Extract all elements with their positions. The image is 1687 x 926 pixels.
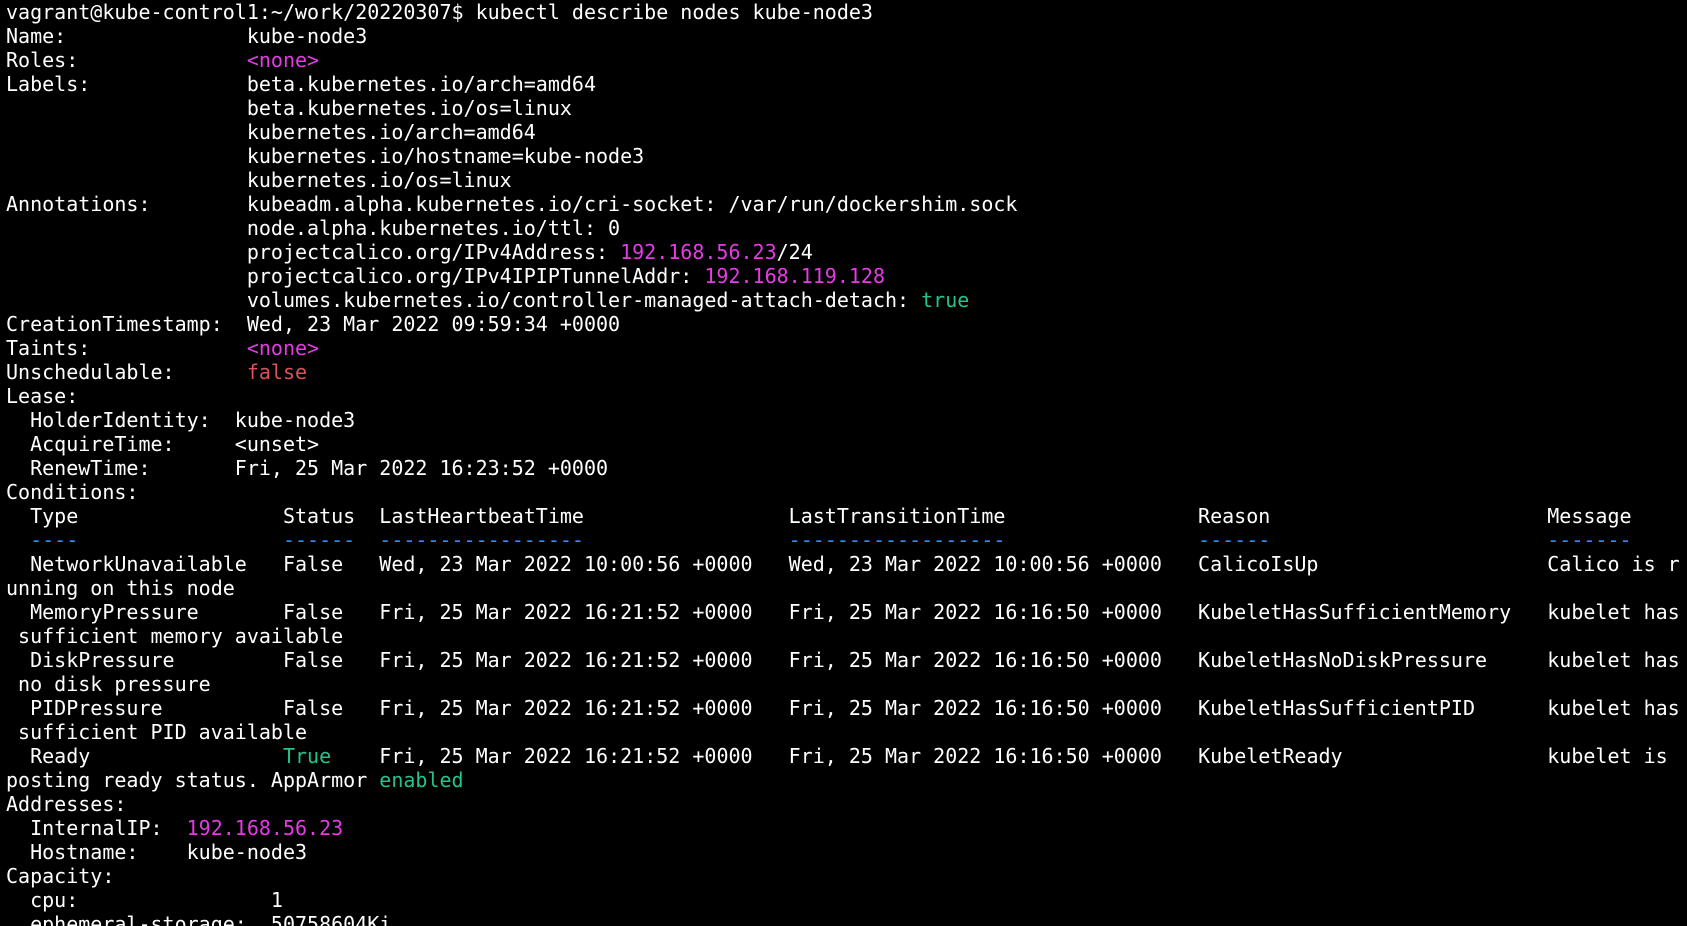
terminal-text: RenewTime: Fri, 25 Mar 2022 16:23:52 +00… — [6, 456, 609, 480]
terminal-text: 192.168.56.23 — [620, 240, 777, 264]
terminal-text: vagrant@kube-control1:~/work/20220307$ k… — [6, 0, 873, 24]
terminal-window[interactable]: vagrant@kube-control1:~/work/20220307$ k… — [0, 0, 1687, 926]
terminal-text: kubernetes.io/arch=amd64 — [6, 120, 536, 144]
terminal-line: CreationTimestamp: Wed, 23 Mar 2022 09:5… — [6, 312, 1681, 336]
terminal-text: kubernetes.io/hostname=kube-node3 — [6, 144, 645, 168]
terminal-line: Name: kube-node3 — [6, 24, 1681, 48]
terminal-text: AcquireTime: <unset> — [6, 432, 320, 456]
terminal-line: Capacity: — [6, 864, 1681, 888]
terminal-text: sufficient memory available — [6, 624, 344, 648]
terminal-text: Taints: — [6, 336, 247, 360]
terminal-line: kubernetes.io/os=linux — [6, 168, 1681, 192]
terminal-text: false — [246, 360, 308, 384]
terminal-line: kubernetes.io/arch=amd64 — [6, 120, 1681, 144]
terminal-text: Fri, 25 Mar 2022 16:21:52 +0000 Fri, 25 … — [331, 744, 1668, 768]
terminal-text: Conditions: — [6, 480, 139, 504]
terminal-line: kubernetes.io/hostname=kube-node3 — [6, 144, 1681, 168]
terminal-line: Annotations: kubeadm.alpha.kubernetes.io… — [6, 192, 1681, 216]
terminal-text: PIDPressure False Fri, 25 Mar 2022 16:21… — [6, 696, 1680, 720]
terminal-text: Ready — [6, 744, 283, 768]
terminal-text: Capacity: — [6, 864, 115, 888]
terminal-text: kubernetes.io/os=linux — [6, 168, 512, 192]
terminal-text: <none> — [246, 48, 320, 72]
terminal-text: Type Status LastHeartbeatTime LastTransi… — [6, 504, 1632, 528]
terminal-line: cpu: 1 — [6, 888, 1681, 912]
terminal-text: Annotations: kubeadm.alpha.kubernetes.io… — [6, 192, 1018, 216]
terminal-text: projectcalico.org/IPv4IPIPTunnelAddr: — [6, 264, 705, 288]
terminal-line: node.alpha.kubernetes.io/ttl: 0 — [6, 216, 1681, 240]
terminal-text: projectcalico.org/IPv4Address: — [6, 240, 621, 264]
terminal-line: Lease: — [6, 384, 1681, 408]
terminal-line: NetworkUnavailable False Wed, 23 Mar 202… — [6, 552, 1681, 576]
terminal-line: beta.kubernetes.io/os=linux — [6, 96, 1681, 120]
terminal-line: posting ready status. AppArmor enabled — [6, 768, 1681, 792]
terminal-line: HolderIdentity: kube-node3 — [6, 408, 1681, 432]
terminal-text: posting ready status. AppArmor — [6, 768, 380, 792]
terminal-line: InternalIP: 192.168.56.23 — [6, 816, 1681, 840]
terminal-line: ephemeral-storage: 50758604Ki — [6, 912, 1681, 926]
terminal-line: no disk pressure — [6, 672, 1681, 696]
terminal-line: unning on this node — [6, 576, 1681, 600]
terminal-line: Ready True Fri, 25 Mar 2022 16:21:52 +00… — [6, 744, 1681, 768]
terminal-text: MemoryPressure False Fri, 25 Mar 2022 16… — [6, 600, 1680, 624]
terminal-text: no disk pressure — [6, 672, 211, 696]
terminal-text: 192.168.119.128 — [704, 264, 886, 288]
terminal-text: Labels: beta.kubernetes.io/arch=amd64 — [6, 72, 597, 96]
terminal-text: beta.kubernetes.io/os=linux — [6, 96, 572, 120]
terminal-line: Unschedulable: false — [6, 360, 1681, 384]
terminal-line: Roles: <none> — [6, 48, 1681, 72]
terminal-text: volumes.kubernetes.io/controller-managed… — [6, 288, 922, 312]
terminal-text: 192.168.56.23 — [186, 816, 344, 840]
terminal-text: cpu: 1 — [6, 888, 283, 912]
terminal-text: true — [921, 288, 970, 312]
terminal-text: DiskPressure False Fri, 25 Mar 2022 16:2… — [6, 648, 1680, 672]
terminal-text: ---- ------ ----------------- ----------… — [6, 528, 1632, 552]
terminal-line: Labels: beta.kubernetes.io/arch=amd64 — [6, 72, 1681, 96]
terminal-text: Lease: — [6, 384, 79, 408]
terminal-line: ---- ------ ----------------- ----------… — [6, 528, 1681, 552]
terminal-line: vagrant@kube-control1:~/work/20220307$ k… — [6, 0, 1681, 24]
terminal-text: Hostname: kube-node3 — [6, 840, 308, 864]
terminal-text: NetworkUnavailable False Wed, 23 Mar 202… — [6, 552, 1680, 576]
terminal-text: node.alpha.kubernetes.io/ttl: 0 — [6, 216, 621, 240]
terminal-text: ephemeral-storage: 50758604Ki — [6, 912, 392, 926]
terminal-text: True — [282, 744, 332, 768]
terminal-line: Hostname: kube-node3 — [6, 840, 1681, 864]
terminal-line: PIDPressure False Fri, 25 Mar 2022 16:21… — [6, 696, 1681, 720]
terminal-text: Addresses: — [6, 792, 127, 816]
terminal-line: volumes.kubernetes.io/controller-managed… — [6, 288, 1681, 312]
terminal-line: Type Status LastHeartbeatTime LastTransi… — [6, 504, 1681, 528]
terminal-text: Name: kube-node3 — [6, 24, 368, 48]
terminal-line: Conditions: — [6, 480, 1681, 504]
terminal-line: projectcalico.org/IPv4Address: 192.168.5… — [6, 240, 1681, 264]
terminal-text: enabled — [379, 768, 464, 792]
terminal-line: Taints: <none> — [6, 336, 1681, 360]
terminal-line: RenewTime: Fri, 25 Mar 2022 16:23:52 +00… — [6, 456, 1681, 480]
terminal-text: Unschedulable: — [6, 360, 247, 384]
terminal-line: sufficient memory available — [6, 624, 1681, 648]
terminal-text: <none> — [246, 336, 320, 360]
terminal-line: DiskPressure False Fri, 25 Mar 2022 16:2… — [6, 648, 1681, 672]
terminal-line: projectcalico.org/IPv4IPIPTunnelAddr: 19… — [6, 264, 1681, 288]
terminal-line: AcquireTime: <unset> — [6, 432, 1681, 456]
terminal-line: MemoryPressure False Fri, 25 Mar 2022 16… — [6, 600, 1681, 624]
terminal-text: InternalIP: — [6, 816, 187, 840]
terminal-text: CreationTimestamp: Wed, 23 Mar 2022 09:5… — [6, 312, 621, 336]
terminal-text: unning on this node — [6, 576, 235, 600]
terminal-line: Addresses: — [6, 792, 1681, 816]
terminal-text: HolderIdentity: kube-node3 — [6, 408, 356, 432]
terminal-text: Roles: — [6, 48, 247, 72]
terminal-text: sufficient PID available — [6, 720, 308, 744]
terminal-line: sufficient PID available — [6, 720, 1681, 744]
terminal-text: /24 — [776, 240, 813, 264]
